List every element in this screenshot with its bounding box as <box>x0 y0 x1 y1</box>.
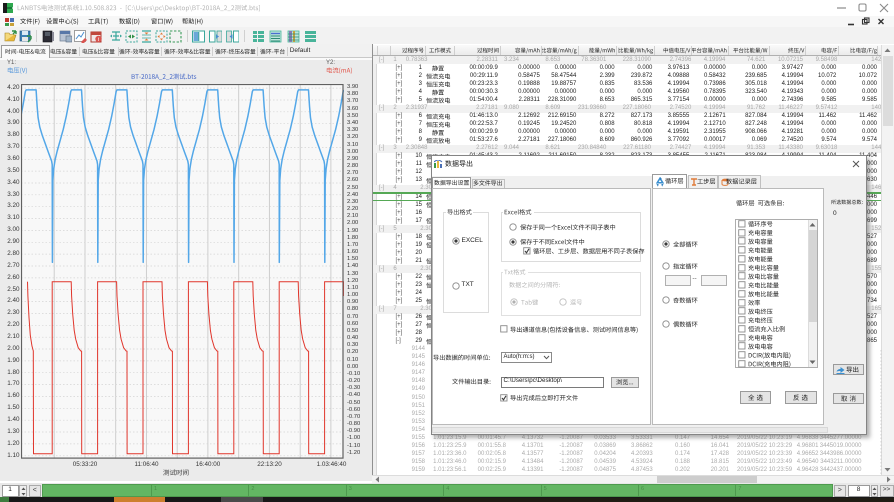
svg-text:i: i <box>97 37 99 43</box>
